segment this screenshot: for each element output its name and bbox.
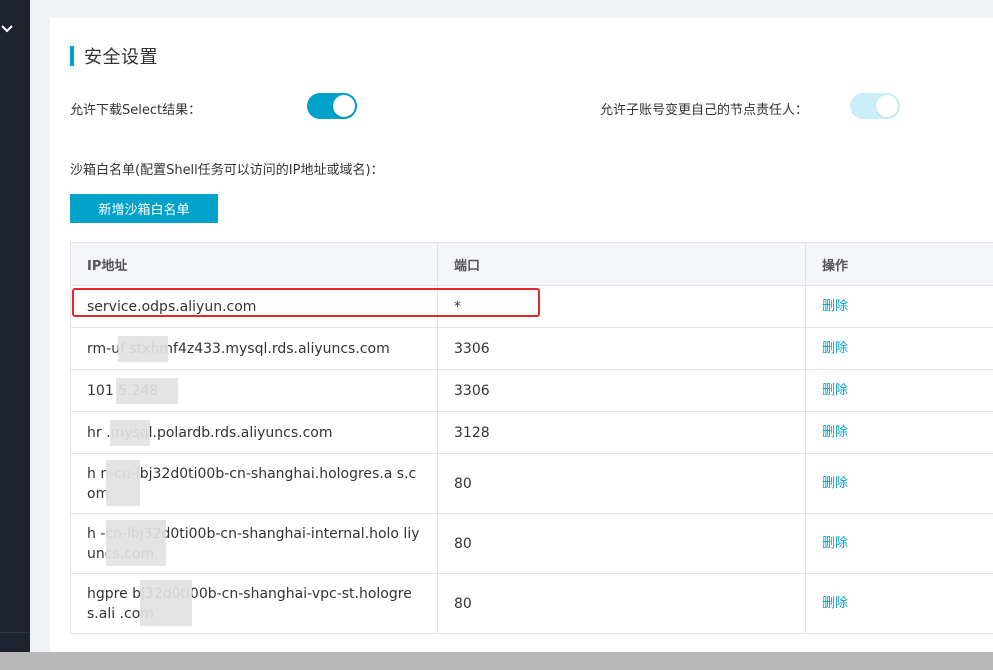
table-row: 101 5.248 3306 删除 bbox=[70, 369, 993, 412]
add-sandbox-whitelist-button[interactable]: 新增沙箱白名单 bbox=[70, 194, 218, 223]
chevron-down-icon[interactable] bbox=[0, 22, 14, 36]
cell-ip: hgpre bj32d0ti00b-cn-shanghai-vpc-st.hol… bbox=[70, 573, 438, 634]
header-action: 操作 bbox=[805, 242, 993, 286]
security-settings-card: 安全设置 允许下载Select结果： 允许子账号变更自己的节点责任人： 沙箱白名… bbox=[50, 18, 993, 652]
cell-port: 80 bbox=[437, 453, 806, 514]
toggle-knob bbox=[876, 95, 898, 117]
allow-download-toggle[interactable] bbox=[307, 93, 357, 119]
cell-ip: h n-cn-lbj32d0ti00b-cn-shanghai.hologres… bbox=[70, 453, 438, 514]
table-row: h n-cn-lbj32d0ti00b-cn-shanghai.hologres… bbox=[70, 453, 993, 514]
cell-action: 删除 bbox=[805, 285, 993, 328]
cell-port: 80 bbox=[437, 513, 806, 574]
bottom-scrollbar[interactable] bbox=[0, 652, 993, 670]
ip-value: hr .mysql.polardb.rds.aliyuncs.com bbox=[87, 424, 333, 441]
toggle-knob bbox=[333, 95, 355, 117]
delete-link[interactable]: 删除 bbox=[822, 536, 848, 551]
cell-port: 3306 bbox=[437, 369, 806, 412]
nav-divider bbox=[0, 632, 30, 633]
header-port: 端口 bbox=[437, 242, 806, 286]
cell-action: 删除 bbox=[805, 513, 993, 574]
allow-subaccount-label: 允许子账号变更自己的节点责任人： bbox=[600, 103, 809, 118]
table-row: hr .mysql.polardb.rds.aliyuncs.com 3128 … bbox=[70, 411, 993, 454]
cell-ip: 101 5.248 bbox=[70, 369, 438, 412]
cell-action: 删除 bbox=[805, 369, 993, 412]
delete-link[interactable]: 删除 bbox=[822, 596, 848, 611]
delete-link[interactable]: 删除 bbox=[822, 299, 848, 314]
cell-ip: h -cn-lbj32d0ti00b-cn-shanghai-internal.… bbox=[70, 513, 438, 574]
ip-value: rm-uf stxhmf4z433.mysql.rds.aliyuncs.com bbox=[87, 340, 390, 357]
ip-value: hgpre bj32d0ti00b-cn-shanghai-vpc-st.hol… bbox=[87, 585, 412, 622]
delete-link[interactable]: 删除 bbox=[822, 383, 848, 398]
table-row: rm-uf stxhmf4z433.mysql.rds.aliyuncs.com… bbox=[70, 327, 993, 370]
section-title-text: 安全设置 bbox=[84, 47, 158, 68]
cell-action: 删除 bbox=[805, 453, 993, 514]
section-title: 安全设置 bbox=[70, 44, 158, 68]
title-accent-bar bbox=[70, 46, 74, 66]
delete-link[interactable]: 删除 bbox=[822, 341, 848, 356]
left-navigation bbox=[0, 0, 30, 670]
table-row: h -cn-lbj32d0ti00b-cn-shanghai-internal.… bbox=[70, 513, 993, 574]
cell-port: 3306 bbox=[437, 327, 806, 370]
ip-value: h -cn-lbj32d0ti00b-cn-shanghai-internal.… bbox=[87, 525, 420, 562]
table-header-row: IP地址 端口 操作 bbox=[70, 242, 993, 286]
cell-action: 删除 bbox=[805, 411, 993, 454]
cell-ip: rm-uf stxhmf4z433.mysql.rds.aliyuncs.com bbox=[70, 327, 438, 370]
table-row: hgpre bj32d0ti00b-cn-shanghai-vpc-st.hol… bbox=[70, 573, 993, 634]
cell-port: * bbox=[437, 285, 806, 328]
ip-value: 101 5.248 bbox=[87, 382, 159, 399]
cell-port: 80 bbox=[437, 573, 806, 634]
allow-download-label: 允许下载Select结果： bbox=[70, 103, 202, 118]
ip-value: service.odps.aliyun.com bbox=[87, 298, 257, 315]
delete-link[interactable]: 删除 bbox=[822, 476, 848, 491]
header-ip: IP地址 bbox=[70, 242, 438, 286]
cell-ip: hr .mysql.polardb.rds.aliyuncs.com bbox=[70, 411, 438, 454]
allow-subaccount-toggle[interactable] bbox=[850, 93, 900, 119]
cell-port: 3128 bbox=[437, 411, 806, 454]
delete-link[interactable]: 删除 bbox=[822, 425, 848, 440]
cell-action: 删除 bbox=[805, 573, 993, 634]
cell-action: 删除 bbox=[805, 327, 993, 370]
ip-value: h n-cn-lbj32d0ti00b-cn-shanghai.hologres… bbox=[87, 465, 417, 502]
table-row: service.odps.aliyun.com * 删除 bbox=[70, 285, 993, 328]
cell-ip: service.odps.aliyun.com bbox=[70, 285, 438, 328]
sandbox-whitelist-label: 沙箱白名单(配置Shell任务可以访问的IP地址或域名)： bbox=[70, 163, 384, 178]
sandbox-whitelist-table: IP地址 端口 操作 service.odps.aliyun.com * 删除 … bbox=[70, 242, 993, 634]
